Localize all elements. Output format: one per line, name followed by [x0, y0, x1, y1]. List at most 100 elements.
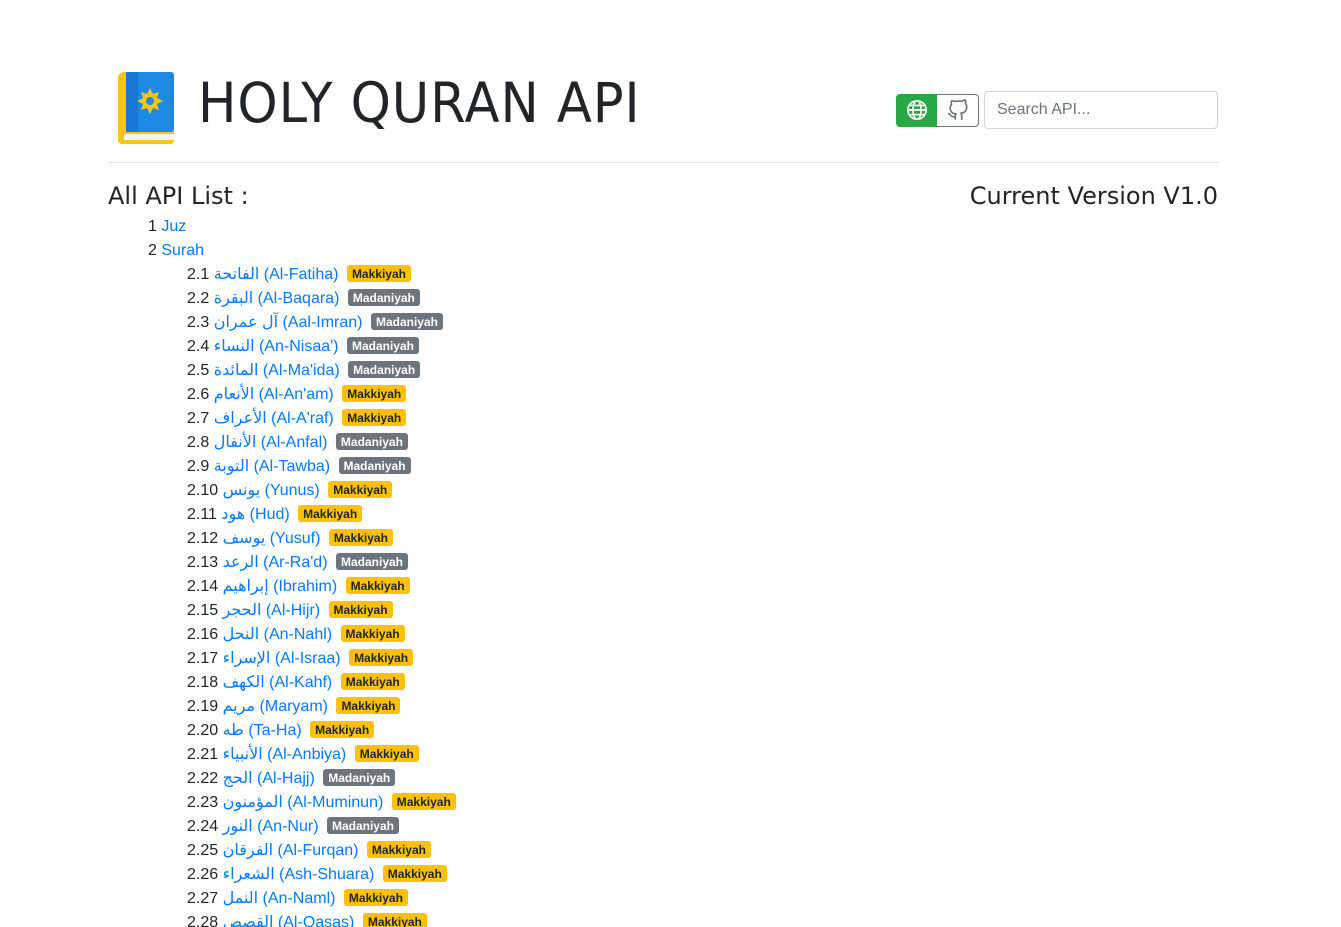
item-number: 2.17	[187, 650, 219, 667]
surah-link[interactable]: النمل (An-Naml)	[223, 890, 336, 907]
surah-link[interactable]: الشعراء (Ash-Shuara)	[223, 866, 375, 883]
surah-link[interactable]: القصص (Al-Qasas)	[223, 914, 355, 927]
github-button[interactable]	[937, 93, 979, 127]
list-item: 2.24 النور (An-Nur) Madaniyah	[187, 815, 1218, 839]
surah-link[interactable]: يوسف (Yusuf)	[223, 530, 321, 547]
search-input[interactable]	[984, 91, 1218, 129]
list-item: 2.11 هود (Hud) Makkiyah	[187, 503, 1218, 527]
surah-link[interactable]: الحجر (Al-Hijr)	[223, 602, 320, 619]
page-container: HOLY QURAN API Search API... All API Lis…	[108, 0, 1218, 927]
surah-link[interactable]: النحل (An-Nahl)	[223, 626, 333, 643]
list-item: 2.28 القصص (Al-Qasas) Makkiyah	[187, 911, 1218, 927]
item-number: 2.22	[187, 770, 219, 787]
item-number: 2.3	[187, 314, 210, 331]
surah-link[interactable]: الفاتحة (Al-Fatiha)	[214, 266, 339, 283]
surah-link[interactable]: الأنعام (Al-An'am)	[214, 386, 334, 403]
surah-link[interactable]: يونس (Yunus)	[223, 482, 320, 499]
list-item: 2.19 مريم (Maryam) Makkiyah	[187, 695, 1218, 719]
item-number: 2.12	[187, 530, 219, 547]
surah-list: 2.1 الفاتحة (Al-Fatiha) Makkiyah 2.2 البق…	[148, 263, 1218, 927]
surah-link[interactable]: آل عمران (Aal-Imran)	[214, 314, 363, 331]
revelation-badge: Makkiyah	[298, 505, 363, 522]
surah-link[interactable]: الحج (Al-Hajj)	[223, 770, 315, 787]
surah-link[interactable]: الرعد (Ar-Ra'd)	[223, 554, 328, 571]
revelation-badge: Makkiyah	[336, 697, 401, 714]
list-item: 2.27 النمل (An-Naml) Makkiyah	[187, 887, 1218, 911]
surah-link[interactable]: هود (Hud)	[221, 506, 289, 523]
revelation-badge: Makkiyah	[340, 625, 405, 642]
surah-link[interactable]: الكهف (Al-Kahf)	[223, 674, 333, 691]
revelation-badge: Madaniyah	[347, 289, 420, 306]
list-item: 2.25 الفرقان (Al-Furqan) Makkiyah	[187, 839, 1218, 863]
list-item: 2.3 آل عمران (Aal-Imran) Madaniyah	[187, 311, 1218, 335]
revelation-badge: Makkiyah	[382, 865, 447, 882]
surah-link[interactable]: Surah	[161, 242, 204, 259]
list-item: 2.22 الحج (Al-Hajj) Madaniyah	[187, 767, 1218, 791]
item-number: 2.19	[187, 698, 219, 715]
revelation-badge: Makkiyah	[328, 601, 393, 618]
list-item: 2.21 الأنبياء (Al-Anbiya) Makkiyah	[187, 743, 1218, 767]
surah-link[interactable]: المؤمنون (Al-Muminun)	[223, 794, 384, 811]
revelation-badge: Makkiyah	[328, 481, 393, 498]
list-item: 2.20 طه (Ta-Ha) Makkiyah	[187, 719, 1218, 743]
website-button[interactable]	[896, 93, 937, 127]
api-list: 1 Juz 2 Surah 2.1 الفاتحة (Al-Fatiha) Ma…	[108, 215, 1218, 927]
item-number: 2.27	[187, 890, 219, 907]
item-number: 2.23	[187, 794, 219, 811]
github-icon	[947, 99, 968, 120]
item-number: 2.9	[187, 458, 210, 475]
item-number: 2.24	[187, 818, 219, 835]
revelation-badge: Madaniyah	[323, 769, 396, 786]
item-number: 2.11	[187, 506, 217, 523]
surah-link[interactable]: مريم (Maryam)	[223, 698, 328, 715]
globe-icon	[906, 100, 927, 120]
revelation-badge: Makkiyah	[310, 721, 375, 738]
revelation-badge: Madaniyah	[370, 313, 443, 330]
revelation-badge: Madaniyah	[338, 457, 411, 474]
item-number: 2.8	[187, 434, 210, 451]
item-number: 2.26	[187, 866, 219, 883]
surah-link[interactable]: طه (Ta-Ha)	[223, 722, 302, 739]
list-item: 2.17 الإسراء (Al-Israa) Makkiyah	[187, 647, 1218, 671]
list-item: 2.2 البقرة (Al-Baqara) Madaniyah	[187, 287, 1218, 311]
surah-link[interactable]: الأنبياء (Al-Anbiya)	[223, 746, 347, 763]
revelation-badge: Madaniyah	[346, 337, 419, 354]
list-item: 2.6 الأنعام (Al-An'am) Makkiyah	[187, 383, 1218, 407]
list-item: 2.1 الفاتحة (Al-Fatiha) Makkiyah	[187, 263, 1218, 287]
surah-link[interactable]: الفرقان (Al-Furqan)	[223, 842, 359, 859]
item-number: 2.13	[187, 554, 219, 571]
revelation-badge: Makkiyah	[349, 649, 414, 666]
item-number: 2.1	[187, 266, 210, 283]
list-item: 2.7 الأعراف (Al-A'raf) Makkiyah	[187, 407, 1218, 431]
list-item: 2.23 المؤمنون (Al-Muminun) Makkiyah	[187, 791, 1218, 815]
surah-link[interactable]: إبراهيم (Ibrahim)	[223, 578, 338, 595]
item-number: 2.28	[187, 914, 219, 927]
item-number: 2	[148, 242, 157, 259]
list-item: 2.16 النحل (An-Nahl) Makkiyah	[187, 623, 1218, 647]
item-number: 2.7	[187, 410, 210, 427]
revelation-badge: Makkiyah	[354, 745, 419, 762]
revelation-badge: Madaniyah	[335, 553, 408, 570]
item-number: 2.5	[187, 362, 210, 379]
surah-link[interactable]: التوبة (Al-Tawba)	[214, 458, 330, 475]
item-number: 2.6	[187, 386, 210, 403]
surah-link[interactable]: البقرة (Al-Baqara)	[214, 290, 340, 307]
surah-link[interactable]: النور (An-Nur)	[223, 818, 319, 835]
surah-link[interactable]: النساء (An-Nisaa')	[214, 338, 339, 355]
heading-row: All API List : Current Version V1.0	[108, 163, 1218, 225]
version-heading: Current Version V1.0	[969, 182, 1218, 210]
item-number: 2.20	[187, 722, 219, 739]
surah-link[interactable]: المائدة (Al-Ma'ida)	[214, 362, 340, 379]
surah-link[interactable]: الإسراء (Al-Israa)	[223, 650, 341, 667]
list-item: 2.4 النساء (An-Nisaa') Madaniyah	[187, 335, 1218, 359]
list-item: 2.13 الرعد (Ar-Ra'd) Madaniyah	[187, 551, 1218, 575]
item-number: 2.4	[187, 338, 210, 355]
item-number: 2.21	[187, 746, 219, 763]
surah-link[interactable]: الأعراف (Al-A'raf)	[214, 410, 334, 427]
revelation-badge: Makkiyah	[366, 841, 431, 858]
list-item: 2.8 الأنفال (Al-Anfal) Madaniyah	[187, 431, 1218, 455]
surah-link[interactable]: الأنفال (Al-Anfal)	[214, 434, 328, 451]
api-list-heading: All API List :	[108, 182, 249, 210]
revelation-badge: Makkiyah	[343, 889, 408, 906]
revelation-badge: Makkiyah	[391, 793, 456, 810]
